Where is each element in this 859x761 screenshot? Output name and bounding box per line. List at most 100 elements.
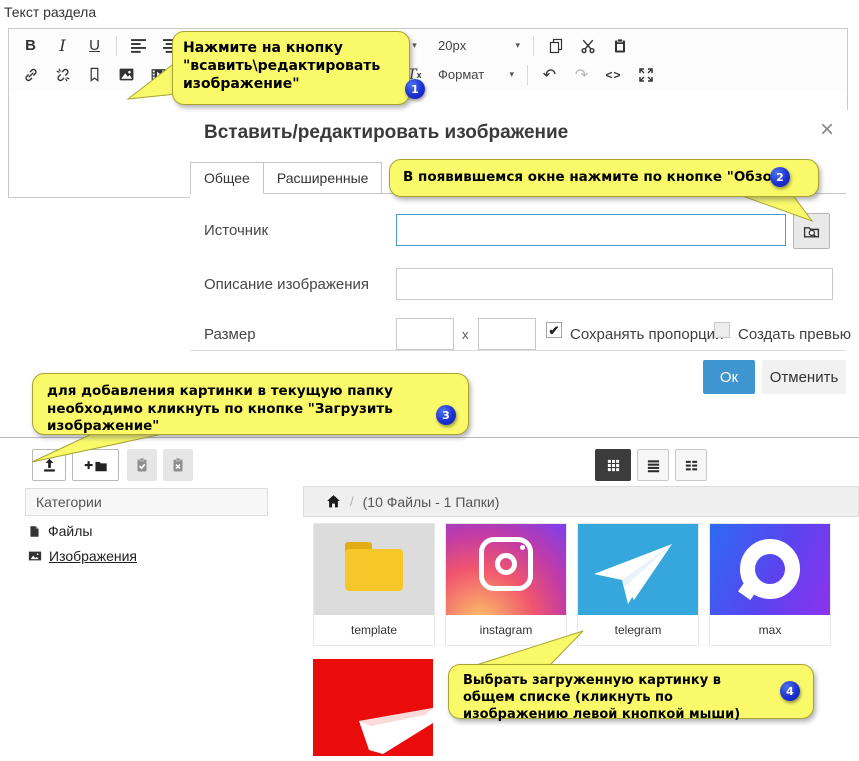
insert-image-dialog: Вставить/редактировать изображение × Общ… [190,110,859,402]
callout-text: В появившемся окне нажмите по кнопке "Об… [403,169,789,185]
size-x-separator: x [462,327,469,342]
paste-check-button[interactable] [127,449,157,481]
new-folder-button[interactable] [72,449,119,481]
cut-button[interactable] [574,33,601,58]
align-left-button[interactable] [125,33,152,58]
copy-button[interactable] [542,33,569,58]
list-view-button[interactable] [637,449,669,481]
sidebar-item-images[interactable]: Изображения [28,548,137,564]
callout-step-4: Выбрать загруженную картинку в общем спи… [448,664,814,719]
source-label: Источник [204,222,268,239]
sidebar-item-files[interactable]: Файлы [28,523,92,539]
step-badge-2: 2 [770,167,790,187]
copy-icon [548,38,564,54]
link-icon [23,67,39,83]
source-input[interactable] [396,214,786,246]
file-tile-label: instagram [446,615,566,645]
dialog-title: Вставить/редактировать изображение [204,122,568,144]
tab-advanced[interactable]: Расширенные [264,162,383,194]
checkmark-icon: ✔ [549,324,560,337]
callout-step-1: Нажмите на кнопку "всавить\редактировать… [172,31,410,105]
file-tile-partial-red[interactable] [313,659,433,756]
folder-thumbnail [314,524,434,615]
ok-button[interactable]: Ок [703,360,755,394]
grid-view-button[interactable] [595,449,631,481]
bookmark-button[interactable] [81,62,108,87]
format-value: Формат [438,67,484,82]
unlink-icon [55,67,71,83]
breadcrumb: / (10 Файлы - 1 Папки) [303,486,859,517]
clipboard-icon [612,38,628,54]
italic-button[interactable]: I [49,33,76,58]
step-badge-1: 1 [405,79,425,99]
home-icon[interactable] [326,494,341,509]
fullscreen-icon [638,67,654,83]
file-tile-label: telegram [578,615,698,645]
source-code-button[interactable]: <> [600,62,627,87]
compact-view-button[interactable] [675,449,707,481]
undo-button[interactable]: ↶ [536,62,563,87]
upload-image-button[interactable] [32,449,66,481]
bookmark-icon [87,67,102,82]
align-left-icon [130,37,147,54]
redo-button[interactable]: ↷ [568,62,595,87]
callout-text: для добавления картинки в текущую папку … [47,383,393,434]
create-preview-checkbox[interactable] [714,322,730,338]
insert-image-button[interactable] [113,62,140,87]
insert-media-button[interactable] [145,62,172,87]
unlink-button[interactable] [49,62,76,87]
sidebar-item-label: Изображения [49,548,137,564]
paste-button[interactable] [606,33,633,58]
bold-button[interactable]: B [17,33,44,58]
height-input[interactable] [478,318,536,350]
image-icon [118,66,135,83]
keep-proportions-checkbox[interactable]: ✔ [546,322,562,338]
description-input[interactable] [396,268,833,300]
cancel-button[interactable]: Отменить [762,360,846,394]
section-text-label: Текст раздела [4,4,96,20]
clear-formatting-x: x [417,70,422,80]
file-tile-max[interactable]: max [709,523,831,646]
max-logo-icon [740,539,800,599]
file-tile-telegram[interactable]: telegram [577,523,699,646]
file-tile-template[interactable]: template [313,523,435,646]
create-preview-label: Создать превью [738,326,851,343]
font-size-value: 20px [438,38,466,53]
breadcrumb-separator: / [350,494,354,509]
toolbar-row-2-left [17,62,172,87]
grid-view-icon [606,458,621,473]
toolbar-row-1-left: B I U [17,33,184,58]
callout-step-3: для добавления картинки в текущую папку … [32,373,469,435]
format-select[interactable]: Формат ▾ [433,62,519,87]
instagram-thumbnail [446,524,566,615]
browse-button[interactable] [793,213,830,249]
chevron-down-icon: ▾ [412,40,417,51]
clipboard-check-icon [134,457,150,473]
telegram-thumbnail [578,524,698,615]
editor-toolbar: B I U ▾ 20px ▾ [9,29,847,92]
step-badge-4: 4 [780,681,800,701]
toolbar-separator [116,36,117,56]
categories-header: Категории [25,488,268,516]
page: Текст раздела B I U ▾ 20px ▾ [0,0,859,761]
breadcrumb-info: (10 Файлы - 1 Папки) [363,494,500,510]
underline-button[interactable]: U [81,33,108,58]
link-button[interactable] [17,62,44,87]
close-icon[interactable]: × [820,118,834,142]
callout-text: Нажмите на кнопку "всавить\редактировать… [183,40,380,92]
toolbar-row-2-right: Tx Формат ▾ ↶ ↷ <> [401,62,659,87]
font-size-select[interactable]: 20px ▾ [433,33,525,58]
fullscreen-button[interactable] [632,62,659,87]
chevron-down-icon: ▾ [515,40,520,51]
paper-plane-icon [578,524,698,615]
paste-cancel-button[interactable] [163,449,193,481]
width-input[interactable] [396,318,454,350]
toolbar-separator [533,36,534,56]
list-view-icon [646,458,661,473]
file-tile-label: max [710,615,830,645]
dialog-footer-divider [190,350,846,351]
tab-general[interactable]: Общее [190,162,264,194]
file-tile-instagram[interactable]: instagram [445,523,567,646]
scissors-icon [580,38,596,54]
image-file-icon [28,549,42,563]
